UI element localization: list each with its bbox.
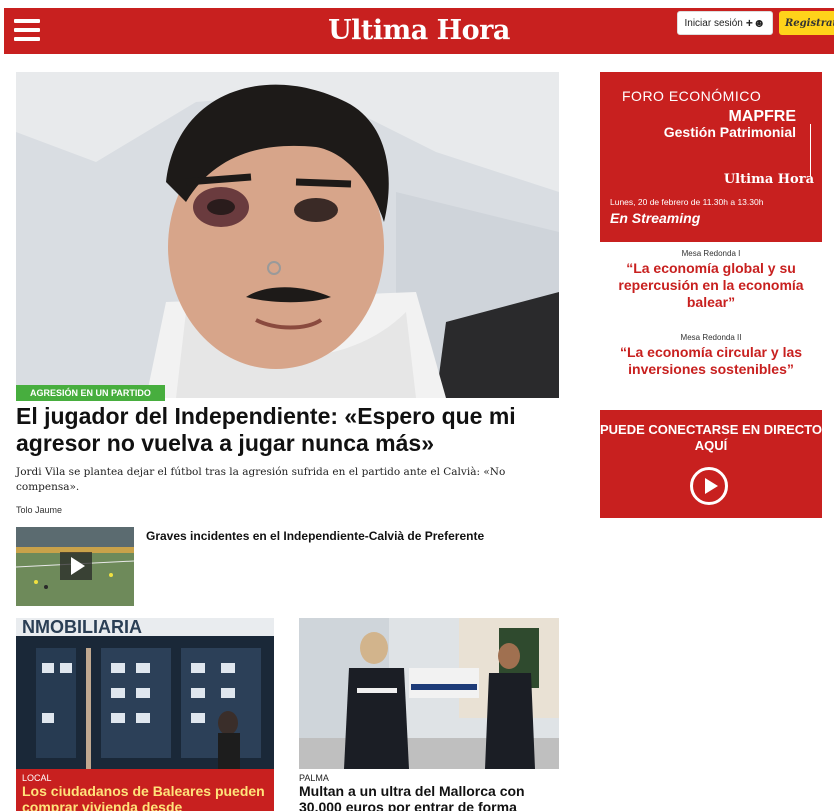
ad-sponsor-subtitle: Gestión Patrimonial	[663, 124, 796, 140]
related-video-thumbnail[interactable]	[16, 527, 134, 606]
related-video-title[interactable]: Graves incidentes en el Independiente-Ca…	[146, 529, 484, 543]
ad-round1-label: Mesa Redonda I	[681, 249, 741, 258]
ad-date: Lunes, 20 de febrero de 11.30h a 13.30h	[610, 197, 764, 207]
ad-round2-label: Mesa Redonda II	[680, 333, 742, 342]
sidebar-ad[interactable]: FORO ECONÓMICO MAPFRE Gestión Patrimonia…	[600, 72, 822, 518]
site-header: Ultima Hora Iniciar sesión +☻ Registrate	[0, 0, 834, 60]
main-article-image[interactable]	[16, 72, 559, 398]
register-button[interactable]: Registrate	[779, 11, 834, 35]
ad-forum-label: FORO ECONÓMICO	[622, 88, 762, 104]
card-caption-palma[interactable]: PALMA Multan a un ultra del Mallorca con…	[299, 769, 559, 811]
svg-text:NMOBILIARIA: NMOBILIARIA	[22, 618, 142, 637]
play-icon[interactable]	[60, 552, 92, 580]
ad-cta-block[interactable]: PUEDE CONECTARSE EN DIRECTO AQUÍ	[600, 410, 822, 518]
card-image-palma[interactable]	[299, 618, 559, 769]
card-kicker: LOCAL	[22, 773, 52, 783]
play-circle-icon[interactable]	[690, 467, 728, 505]
card-image-local[interactable]: NMOBILIARIA	[16, 618, 274, 769]
ad-round1-quote: “La economía global y su repercusión en …	[618, 260, 804, 310]
main-article-title[interactable]: El jugador del Independiente: «Espero qu…	[16, 403, 561, 457]
ad-brand-logo: Ultima Hora	[723, 172, 814, 187]
card-caption-local[interactable]: LOCAL Los ciudadanos de Baleares pueden …	[16, 769, 274, 811]
login-label: Iniciar sesión	[684, 17, 743, 29]
card-kicker: PALMA	[299, 773, 329, 783]
main-article-summary: Jordi Vila se plantea dejar el fútbol tr…	[16, 466, 506, 493]
login-button[interactable]: Iniciar sesión +☻	[677, 11, 773, 35]
ad-cta-text[interactable]: PUEDE CONECTARSE EN DIRECTO AQUÍ	[600, 422, 822, 454]
user-icon: +☻	[745, 16, 766, 30]
category-badge[interactable]: AGRESIÓN EN UN PARTIDO	[16, 385, 165, 401]
ad-divider-vertical	[810, 124, 811, 176]
article-author: Tolo Jaume	[16, 505, 63, 515]
card-title[interactable]: Los ciudadanos de Baleares pueden compra…	[22, 783, 268, 811]
ad-streaming: En Streaming	[610, 210, 701, 226]
card-title[interactable]: Multan a un ultra del Mallorca con 30.00…	[299, 783, 559, 811]
ad-header-block: FORO ECONÓMICO MAPFRE Gestión Patrimonia…	[600, 72, 822, 242]
ad-round2-quote: “La economía circular y las inversiones …	[619, 344, 803, 377]
